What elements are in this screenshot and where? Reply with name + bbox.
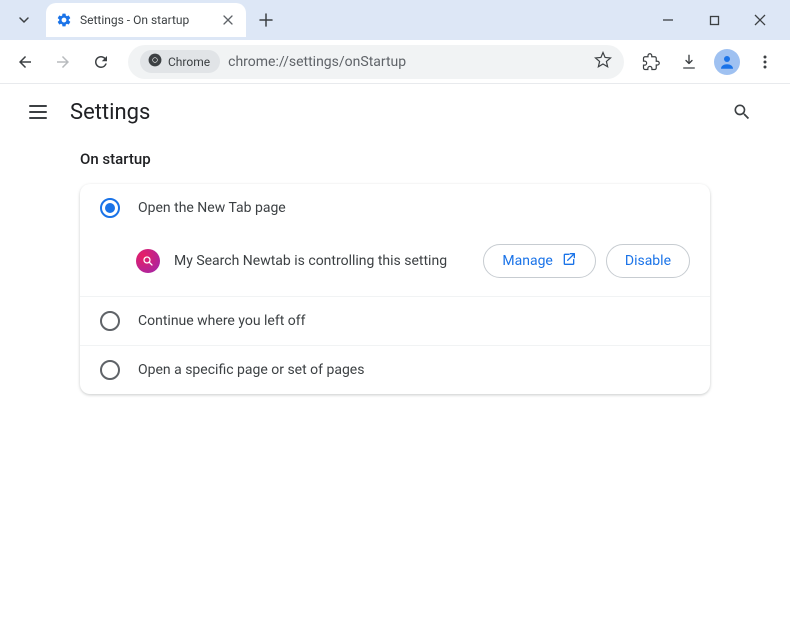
close-icon[interactable] (220, 12, 236, 28)
site-chip[interactable]: Chrome (140, 50, 220, 73)
tablist-dropdown[interactable] (10, 6, 38, 34)
reload-button[interactable] (84, 45, 118, 79)
menu-toggle[interactable] (20, 94, 56, 130)
option-label: Open the New Tab page (138, 200, 286, 216)
address-bar[interactable]: Chrome chrome://settings/onStartup (128, 45, 624, 79)
option-label: Continue where you left off (138, 313, 306, 329)
gear-icon (56, 12, 72, 28)
manage-button[interactable]: Manage (483, 244, 595, 278)
option-specific[interactable]: Open a specific page or set of pages (80, 346, 710, 394)
tab-title: Settings - On startup (80, 13, 212, 27)
forward-button[interactable] (46, 45, 80, 79)
external-link-icon (561, 251, 577, 271)
avatar (714, 49, 740, 75)
disable-label: Disable (625, 253, 671, 269)
startup-card: Open the New Tab page My Search Newtab i… (80, 184, 710, 394)
browser-toolbar: Chrome chrome://settings/onStartup (0, 40, 790, 84)
browser-tab[interactable]: Settings - On startup (46, 3, 246, 37)
downloads-button[interactable] (672, 45, 706, 79)
extension-message: My Search Newtab is controlling this set… (174, 253, 469, 269)
settings-header: Settings (0, 84, 790, 140)
radio-unselected-icon (100, 311, 120, 331)
url-text: chrome://settings/onStartup (228, 54, 406, 70)
titlebar-left: Settings - On startup (0, 0, 280, 40)
site-chip-label: Chrome (168, 55, 210, 69)
search-button[interactable] (724, 94, 760, 130)
chrome-icon (148, 53, 162, 70)
radio-unselected-icon (100, 360, 120, 380)
disable-button[interactable]: Disable (606, 244, 690, 278)
option-continue[interactable]: Continue where you left off (80, 297, 710, 346)
bookmark-icon[interactable] (594, 51, 612, 73)
section-title: On startup (80, 150, 710, 168)
close-window-button[interactable] (738, 4, 782, 36)
omnibox-actions (594, 51, 612, 73)
extension-actions: Manage Disable (483, 244, 690, 278)
menu-button[interactable] (748, 45, 782, 79)
option-new-tab[interactable]: Open the New Tab page (80, 184, 710, 232)
radio-selected-icon (100, 198, 120, 218)
extension-icon (136, 249, 160, 273)
maximize-button[interactable] (692, 4, 736, 36)
option-label: Open a specific page or set of pages (138, 362, 364, 378)
extensions-button[interactable] (634, 45, 668, 79)
window-controls (646, 0, 782, 40)
minimize-button[interactable] (646, 4, 690, 36)
page-title: Settings (70, 100, 150, 125)
manage-label: Manage (502, 253, 552, 269)
window-titlebar: Settings - On startup (0, 0, 790, 40)
back-button[interactable] (8, 45, 42, 79)
profile-button[interactable] (710, 45, 744, 79)
new-tab-button[interactable] (252, 6, 280, 34)
extension-notice: My Search Newtab is controlling this set… (80, 232, 710, 297)
content-area: On startup Open the New Tab page My Sear… (0, 140, 790, 394)
